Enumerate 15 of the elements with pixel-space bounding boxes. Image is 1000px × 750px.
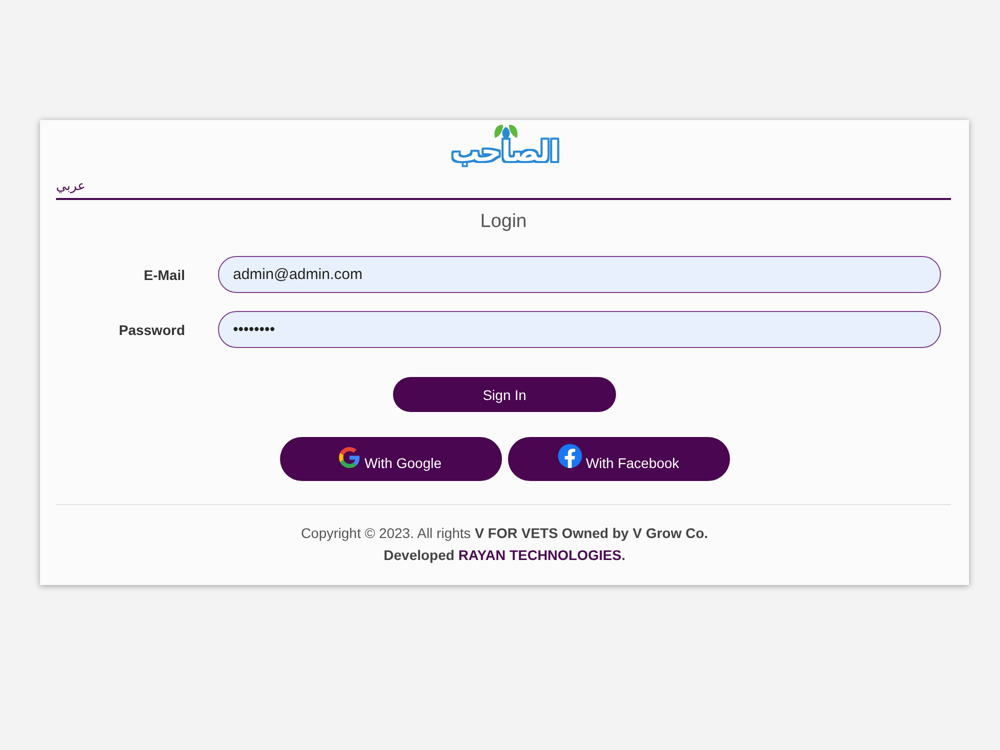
copyright-text: Copyright © 2023. All rights V FOR VETS Owned by V Grow Co.	[300, 524, 710, 543]
input-field[interactable]: admin@admin.com	[218, 256, 941, 293]
login-title: Login	[479, 210, 528, 234]
field-label: E-Mail	[142, 266, 185, 282]
developer-link[interactable]: RAYAN TECHNOLOGIES	[458, 547, 622, 563]
field-label: Password	[118, 322, 185, 338]
developer-credit: Developed RAYAN TECHNOLOGIES.	[382, 546, 626, 565]
google-sign-in-button[interactable]: With Google	[280, 437, 502, 481]
facebook-sign-in-button[interactable]: With Facebook	[508, 437, 730, 481]
logo-text: الصاحب	[451, 134, 560, 170]
facebook-icon	[558, 444, 582, 468]
google-icon	[339, 447, 360, 468]
language-link[interactable]: عربي	[56, 178, 86, 194]
sign-in-button[interactable]: Sign In	[393, 377, 616, 412]
input-field[interactable]: ••••••••	[218, 311, 941, 348]
